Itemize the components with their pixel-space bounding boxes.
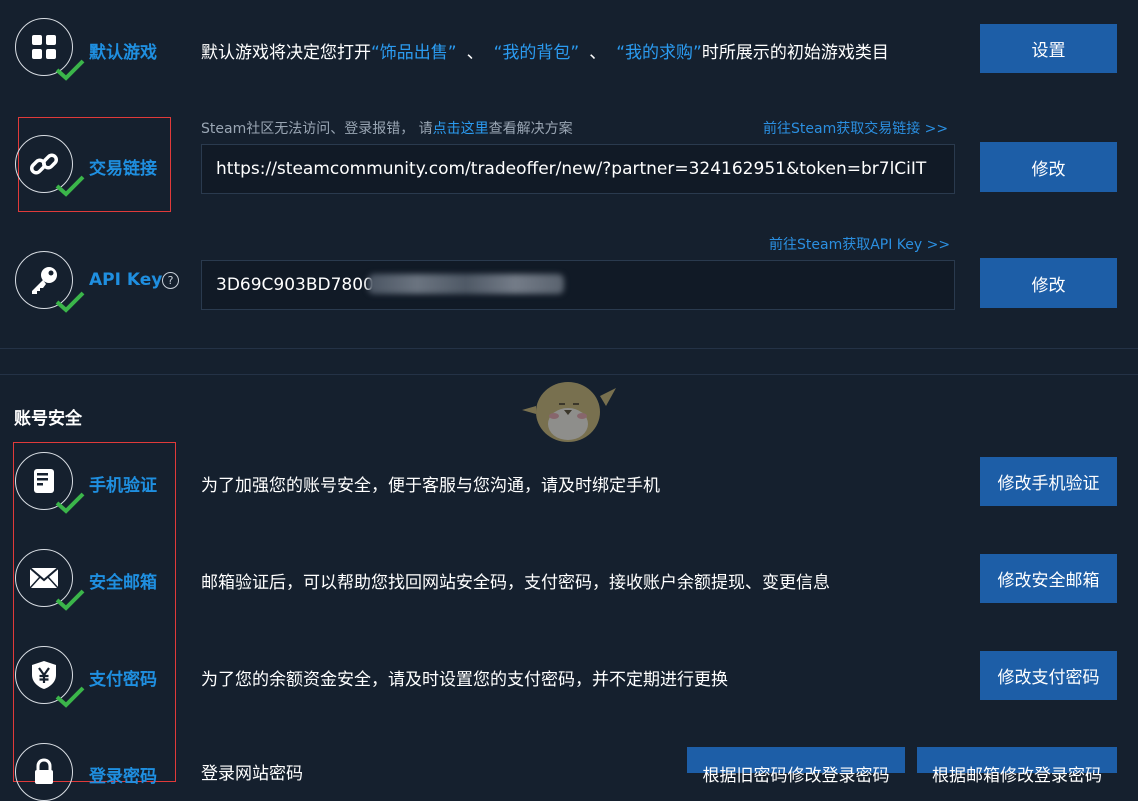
check-icon [55,59,85,81]
security-section-title: 账号安全 [14,409,82,429]
check-icon [55,291,85,313]
trade-link-help-link[interactable]: 点击这里 [433,121,489,137]
default-game-set-button[interactable]: 设置 [980,24,1117,73]
yen-shield-icon [32,661,56,689]
api-key-label: API Key [89,270,163,290]
check-icon [55,686,85,708]
check-icon [55,175,85,197]
change-password-by-email-button[interactable]: 根据邮箱修改登录密码 [917,747,1117,785]
edit-email-button[interactable]: 修改安全邮箱 [980,554,1117,603]
get-api-key-link[interactable]: 前往Steam获取API Key >> [769,234,950,254]
api-key-field[interactable]: 3D69C903BD7800 [201,260,955,310]
login-password-icon [15,743,73,801]
edit-pay-password-button[interactable]: 修改支付密码 [980,651,1117,700]
grid-icon [32,35,56,59]
login-password-description: 登录网站密码 [201,764,303,784]
phone-verify-label: 手机验证 [89,476,157,496]
mascot-watermark [522,382,616,442]
lock-icon [35,758,53,784]
secure-email-label: 安全邮箱 [89,573,157,593]
change-password-by-old-button[interactable]: 根据旧密码修改登录密码 [687,747,905,785]
phone-icon [34,469,54,493]
get-trade-link-link[interactable]: 前往Steam获取交易链接 >> [763,118,948,138]
pay-password-description: 为了您的余额资金安全，请及时设置您的支付密码，并不定期进行更换 [201,670,728,690]
trade-link-field[interactable]: https://steamcommunity.com/tradeoffer/ne… [201,144,955,194]
default-game-description: 默认游戏将决定您打开“饰品出售”、 “我的背包”、 “我的求购”时所展示的初始游戏类… [201,43,889,63]
default-game-label: 默认游戏 [89,43,157,63]
section-divider [0,348,1138,349]
check-icon [55,492,85,514]
mail-icon [29,567,59,589]
trade-link-label: 交易链接 [89,159,157,179]
login-password-label: 登录密码 [89,767,157,787]
check-icon [55,589,85,611]
edit-phone-button[interactable]: 修改手机验证 [980,457,1117,506]
pay-password-label: 支付密码 [89,670,157,690]
help-icon[interactable]: ? [162,272,179,289]
secure-email-description: 邮箱验证后，可以帮助您找回网站安全码，支付密码，接收账户余额提现、变更信息 [201,573,830,593]
phone-verify-description: 为了加强您的账号安全，便于客服与您沟通，请及时绑定手机 [201,476,660,496]
trade-link-hint: Steam社区无法访问、登录报错， 请点击这里查看解决方案 [201,121,573,137]
trade-link-edit-button[interactable]: 修改 [980,142,1117,192]
api-key-redaction [368,274,564,294]
api-key-edit-button[interactable]: 修改 [980,258,1117,308]
